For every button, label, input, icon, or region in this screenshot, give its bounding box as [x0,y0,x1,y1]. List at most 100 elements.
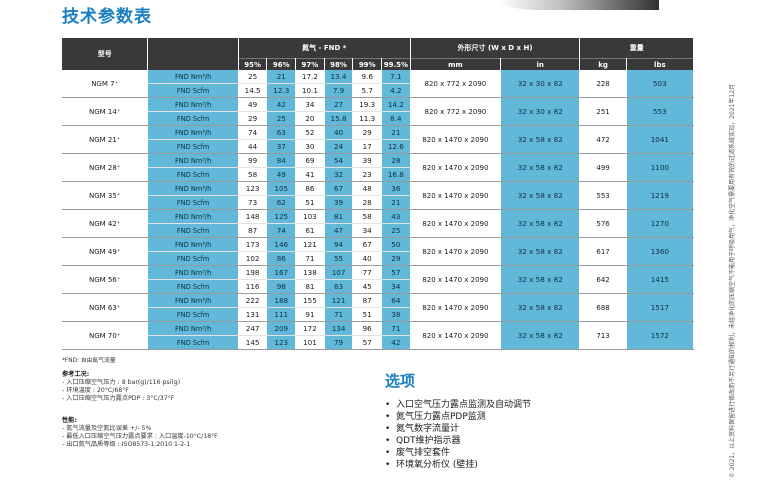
model-name: NGM 63⁺ [62,293,149,322]
flow-value: 8.4 [381,111,411,126]
dimensions-in: 32 x 58 x 82 [500,209,581,238]
option-item: 废气排空套件 [385,447,531,459]
flow-value: 188 [266,293,297,308]
reference-item: - 环境温度 : 20°C/68°F [62,387,129,394]
flow-value: 58 [238,167,268,182]
option-item: QDT维护指示器 [385,435,531,447]
flow-value: 34 [295,97,325,112]
weight-kg: 576 [579,209,627,238]
weight-kg: 251 [579,97,627,126]
flow-value: 30 [295,139,325,154]
flow-value: 125 [266,209,297,224]
flow-value: 121 [324,293,354,308]
dimensions-mm: 820 x 1470 x 2090 [410,265,502,294]
flow-value: 74 [238,125,268,140]
flow-value: 155 [295,293,325,308]
flow-value: 36 [381,181,411,196]
flow-value: 79 [324,335,354,350]
flow-value: 146 [266,237,297,252]
flow-value: 25 [381,223,411,238]
header-weight: 重量 [579,38,694,59]
flow-value: 64 [381,293,411,308]
table-row: NGM 28⁺ FND Nm³/h 99 84 69 54 39 28 820 x 1470 x… [62,153,695,182]
flow-value: 12.3 [266,83,297,98]
model-name: NGM 21⁺ [62,125,149,154]
dimensions-mm: 820 x 1470 x 2090 [410,293,502,322]
model-name: NGM 7⁺ [62,70,149,98]
flow-value: 28 [381,153,411,168]
unit-label: FND Scfm [147,251,239,266]
performance-notes: 性能: - 氮气流量及空氮比误差 +/- 5% - 最低入口压缩空气压力露点要求… [62,417,218,449]
flow-value: 87 [352,293,383,308]
header-purity: 98% [324,58,354,70]
flow-value: 71 [295,251,325,266]
dimensions-in: 32 x 58 x 82 [500,153,581,182]
weight-lbs: 1100 [626,153,695,182]
flow-value: 7.9 [324,83,354,98]
flow-value: 71 [381,321,411,336]
flow-value: 25 [266,111,297,126]
model-name: NGM 14⁺ [62,97,149,126]
flow-value: 61 [295,223,325,238]
flow-value: 45 [352,279,383,294]
flow-value: 24 [324,139,354,154]
flow-value: 9.6 [352,70,383,84]
option-item: 环境氧分析仪 (壁挂) [385,459,531,471]
weight-kg: 472 [579,125,627,154]
header-dim-in: in [500,58,581,70]
unit-label: FND Scfm [147,83,239,98]
weight-kg: 642 [579,265,627,294]
unit-label: FND Nm³/h [147,70,239,84]
weight-kg: 499 [579,153,627,182]
unit-label: FND Nm³/h [147,321,239,336]
decorative-product-edge [499,0,659,10]
flow-value: 86 [266,251,297,266]
weight-lbs: 1517 [626,293,695,322]
dimensions-in: 32 x 58 x 82 [500,181,581,210]
header-dimensions: 外形尺寸 (W x D x H) [410,38,581,59]
flow-value: 62 [266,195,297,210]
flow-value: 172 [295,321,325,336]
unit-label: FND Nm³/h [147,237,239,252]
flow-value: 134 [324,321,354,336]
header-purity: 99.5% [381,58,411,70]
table-row: NGM 42⁺ FND Nm³/h 148 125 103 81 58 43 820 x 147… [62,209,695,238]
table-row: NGM 14⁺ FND Nm³/h 49 42 34 27 19.3 14.2 820 x 77… [62,97,695,126]
model-name: NGM 70⁺ [62,321,149,350]
flow-value: 55 [324,251,354,266]
flow-value: 69 [295,153,325,168]
dimensions-in: 32 x 58 x 82 [500,265,581,294]
flow-value: 21 [266,70,297,84]
flow-value: 10.1 [295,83,325,98]
flow-value: 7.1 [381,70,411,84]
weight-lbs: 1270 [626,209,695,238]
flow-value: 4.2 [381,83,411,98]
flow-value: 40 [352,251,383,266]
flow-value: 94 [324,237,354,252]
flow-value: 12.6 [381,139,411,154]
flow-value: 116 [238,279,268,294]
flow-value: 84 [266,153,297,168]
flow-value: 20 [295,111,325,126]
reference-conditions: 参考工况: - 入口压缩空气压力 : 8 bar(g)/116 psi(g) -… [62,371,180,403]
flow-value: 102 [238,251,268,266]
flow-value: 73 [238,195,268,210]
option-item: 氮气压力露点PDP监测 [385,411,531,423]
flow-value: 17.2 [295,70,325,84]
flow-value: 107 [324,265,354,280]
flow-value: 51 [352,307,383,322]
flow-value: 123 [238,181,268,196]
dimensions-in: 32 x 58 x 82 [500,293,581,322]
header-model: 型号 [62,38,149,70]
weight-lbs: 1360 [626,237,695,266]
flow-value: 87 [238,223,268,238]
performance-item: - 最低入口压缩空气压力露点要求 : 入口温度-10°C/18°F [62,433,218,440]
header-purity: 97% [295,58,325,70]
flow-value: 98 [266,279,297,294]
flow-value: 51 [295,195,325,210]
flow-value: 96 [352,321,383,336]
model-name: NGM 42⁺ [62,209,149,238]
unit-label: FND Scfm [147,195,239,210]
performance-item: - 出口氮气品质等级 : ISO8573-1:2010 1-2-1 [62,441,191,448]
reference-title: 参考工况: [62,371,90,378]
